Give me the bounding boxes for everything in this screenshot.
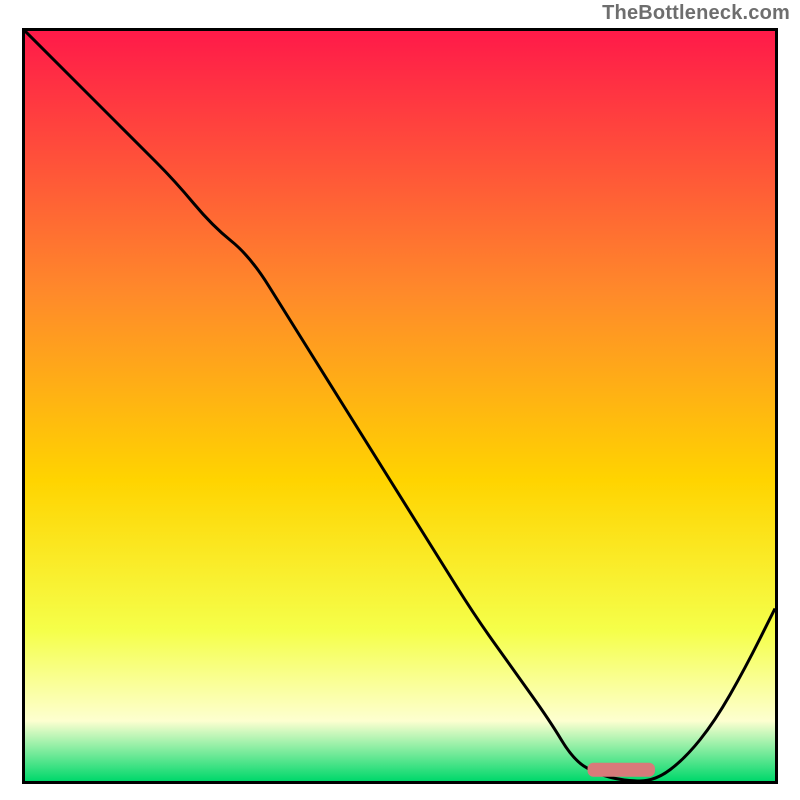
chart-frame: TheBottleneck.com — [0, 0, 800, 800]
watermark-text: TheBottleneck.com — [602, 2, 790, 25]
chart-svg — [25, 31, 775, 781]
plot-area — [22, 28, 778, 784]
optimal-marker — [588, 763, 656, 777]
